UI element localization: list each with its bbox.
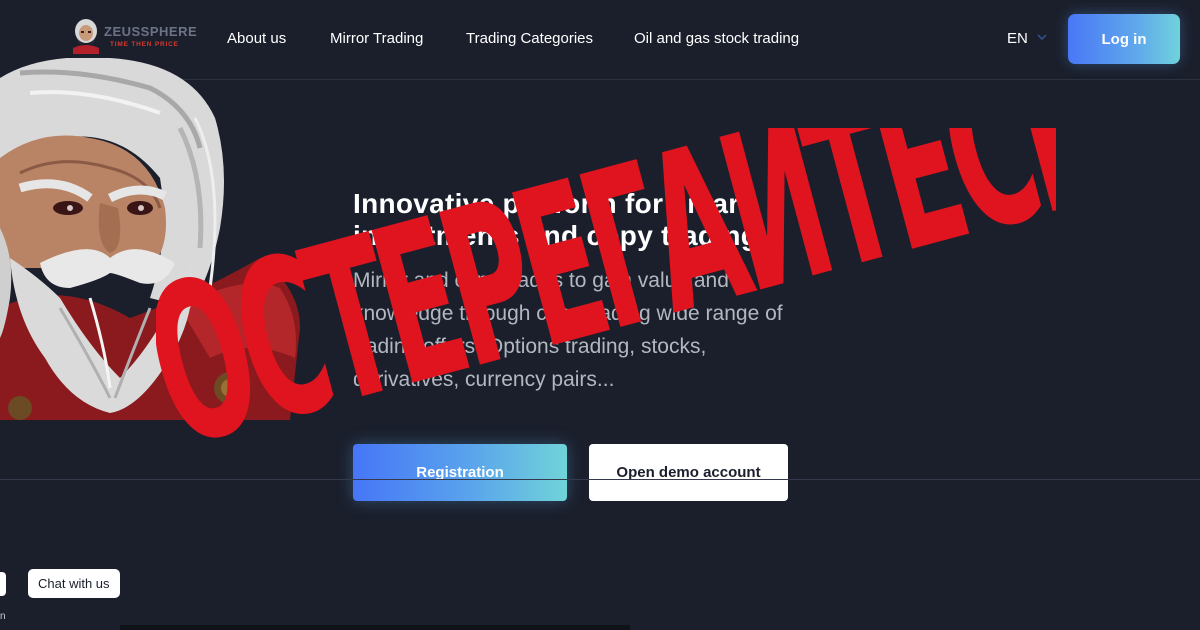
hero-title: Innovative platform for smart investment…	[353, 188, 759, 251]
chevron-down-icon[interactable]	[1036, 32, 1048, 42]
logo-tagline: TIME THEN PRICE	[110, 41, 179, 48]
nav-oil-gas-trading[interactable]: Oil and gas stock trading	[634, 30, 799, 47]
chat-text-fragment: n	[0, 611, 6, 622]
login-button[interactable]: Log in	[1068, 14, 1180, 64]
logo-name: ZEUSSPHERE	[104, 24, 198, 39]
zeus-illustration	[0, 58, 300, 420]
registration-button[interactable]: Registration	[353, 444, 567, 501]
section-divider	[0, 479, 1200, 480]
hero-description: Mirror and copy trades to gain value and…	[353, 269, 783, 391]
nav-trading-categories[interactable]: Trading Categories	[466, 30, 593, 47]
bottom-media-strip	[120, 625, 630, 630]
nav-mirror-trading[interactable]: Mirror Trading	[330, 30, 423, 47]
language-selector[interactable]: EN	[1007, 30, 1028, 47]
nav-about-us[interactable]: About us	[227, 30, 286, 47]
chat-with-us-bubble[interactable]: Chat with us	[28, 569, 120, 598]
zeus-head-logo-icon	[73, 19, 99, 54]
chat-launcher[interactable]	[0, 572, 6, 596]
site-logo[interactable]: ZEUSSPHERE TIME THEN PRICE	[70, 18, 205, 54]
open-demo-account-button[interactable]: Open demo account	[589, 444, 788, 501]
